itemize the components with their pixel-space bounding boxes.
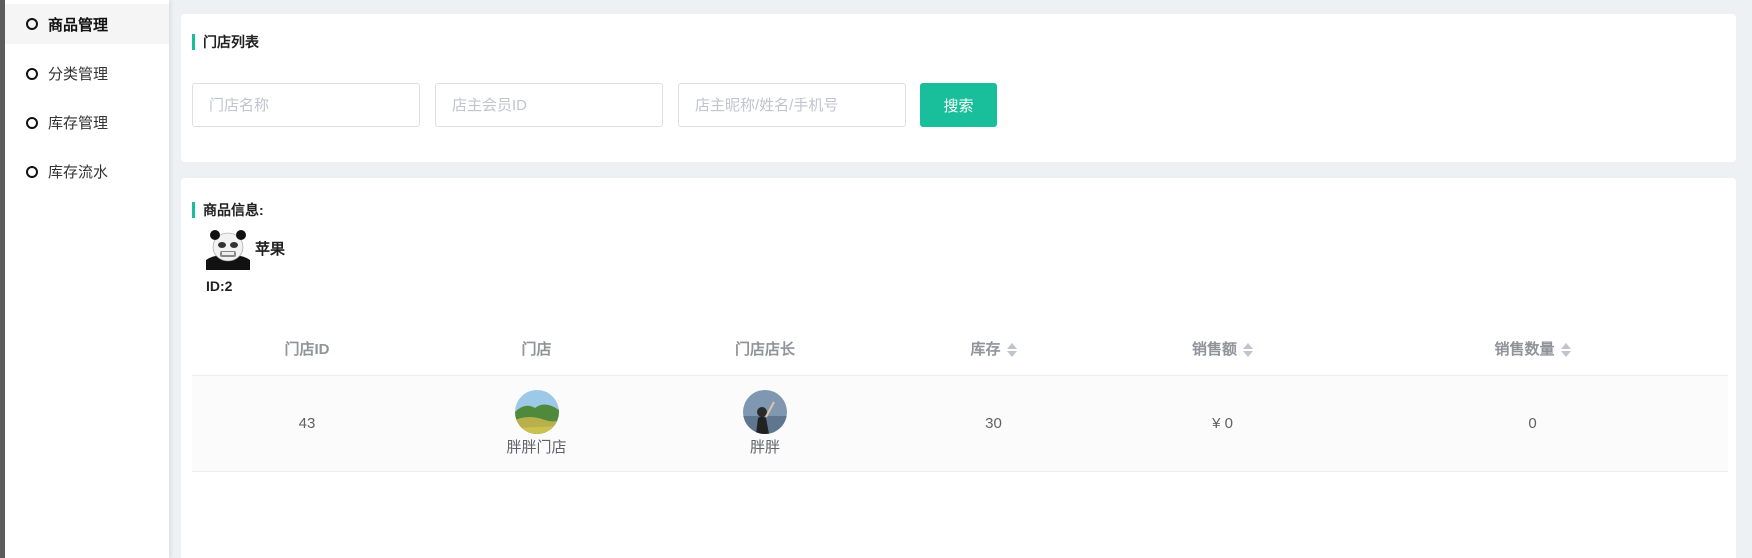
column-header-store-id: 门店ID xyxy=(192,323,422,376)
sidebar-item-label: 商品管理 xyxy=(48,16,109,34)
store-stock-table: 门店ID 门店 门店店长 库存 销售额 销售数量 43 胖胖门店 胖胖 30 ¥… xyxy=(192,323,1728,472)
owner-info-input[interactable] xyxy=(678,83,906,127)
goods-image xyxy=(206,230,250,270)
table-row: 43 胖胖门店 胖胖 30 ¥ 0 0 xyxy=(192,375,1728,472)
column-header-sales-qty[interactable]: 销售数量 xyxy=(1337,323,1728,376)
sidebar-item-label: 库存流水 xyxy=(48,164,109,181)
manager-avatar xyxy=(743,389,787,434)
circle-icon xyxy=(26,116,38,129)
sidebar-item-category[interactable]: 分类管理 xyxy=(5,49,169,98)
sidebar-item-inventory[interactable]: 库存管理 xyxy=(5,98,169,147)
goods-info-title: 商品信息: xyxy=(192,202,264,218)
cell-store-id: 43 xyxy=(192,375,422,472)
sort-icon[interactable] xyxy=(1243,342,1253,358)
column-header-store: 门店 xyxy=(422,323,651,376)
store-name-input[interactable] xyxy=(192,83,420,127)
sidebar-item-goods[interactable]: 商品管理 xyxy=(5,4,169,44)
circle-icon xyxy=(26,67,38,80)
cell-manager: 胖胖 xyxy=(651,375,879,472)
table-header-row: 门店ID 门店 门店店长 库存 销售额 销售数量 xyxy=(192,323,1728,376)
goods-id: ID:2 xyxy=(206,278,233,294)
cell-sales: ¥ 0 xyxy=(1108,375,1337,472)
cell-store: 胖胖门店 xyxy=(422,375,651,472)
circle-icon xyxy=(26,165,38,178)
search-button[interactable]: 搜索 xyxy=(920,83,997,127)
sidebar-item-label: 分类管理 xyxy=(48,66,109,83)
sidebar: 商品管理 分类管理 库存管理 库存流水 xyxy=(5,0,169,558)
sidebar-item-label: 库存管理 xyxy=(48,115,109,132)
sidebar-item-inventory-flow[interactable]: 库存流水 xyxy=(5,147,169,196)
cell-stock: 30 xyxy=(879,375,1108,472)
store-name: 胖胖门店 xyxy=(506,438,567,456)
panda-meme-image xyxy=(206,230,250,270)
owner-id-input[interactable] xyxy=(435,83,663,127)
column-header-manager: 门店店长 xyxy=(651,323,879,376)
store-list-panel: 门店列表 搜索 xyxy=(181,14,1736,162)
sort-icon[interactable] xyxy=(1006,342,1017,358)
column-header-sales[interactable]: 销售额 xyxy=(1108,323,1337,376)
goods-name: 苹果 xyxy=(255,241,286,258)
cell-sales-qty: 0 xyxy=(1337,375,1728,472)
manager-name: 胖胖 xyxy=(749,438,780,456)
column-header-stock[interactable]: 库存 xyxy=(879,323,1108,376)
circle-icon xyxy=(26,18,38,30)
store-avatar xyxy=(514,389,559,434)
sort-icon[interactable] xyxy=(1560,342,1571,358)
goods-info-panel: 商品信息: 苹果 ID:2 门店ID 门店 门店店长 库存 销售额 销售数量 4… xyxy=(181,178,1736,558)
store-list-title: 门店列表 xyxy=(192,34,259,50)
